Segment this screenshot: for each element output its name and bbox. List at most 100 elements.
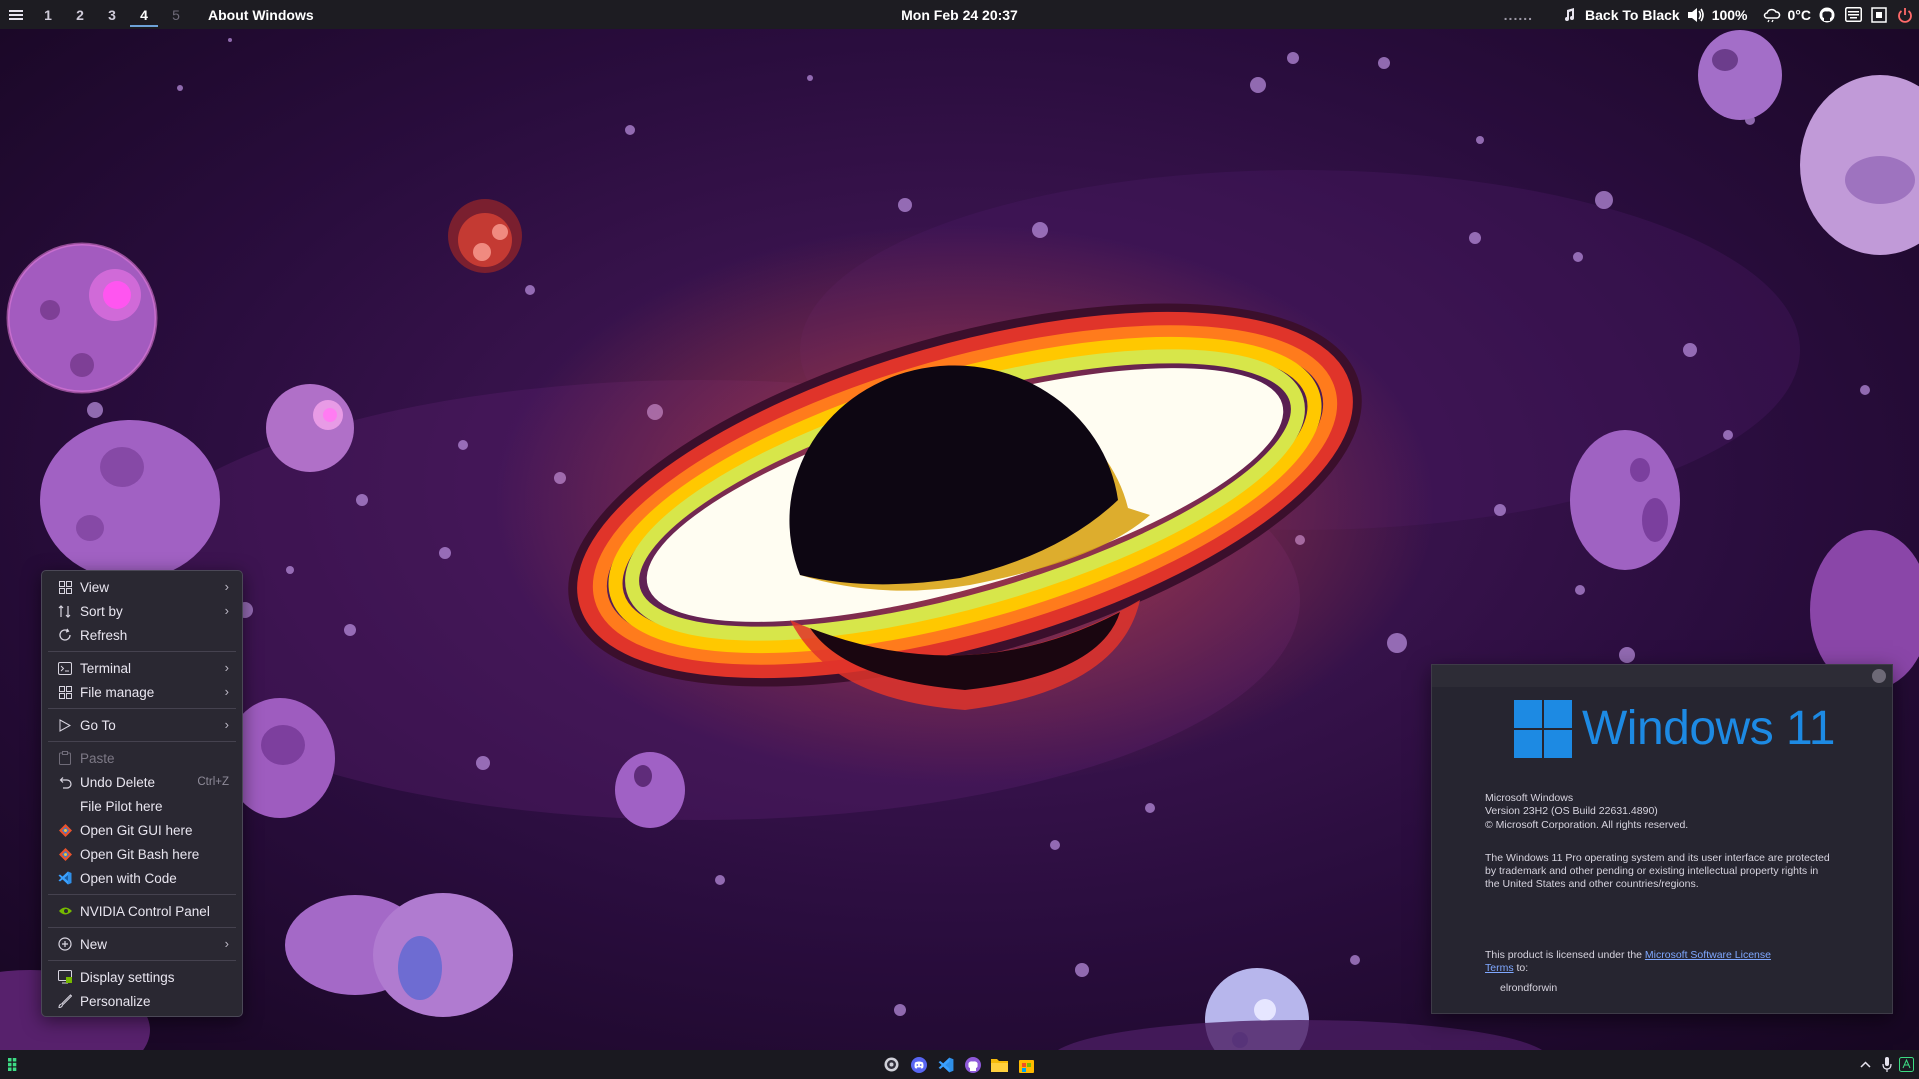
menu-item-refresh[interactable]: Refresh	[42, 623, 242, 647]
windows-brand-text: Windows 11	[1582, 702, 1835, 755]
menu-item-label: Display settings	[80, 969, 175, 985]
play-arrow-icon	[54, 718, 76, 732]
activity-dots: ......	[1503, 6, 1534, 23]
desktop-context-menu: View › Sort by › Refresh Terminal › File…	[41, 570, 243, 1017]
menu-separator	[48, 960, 236, 961]
menu-separator	[48, 927, 236, 928]
language-icon[interactable]	[1898, 1056, 1915, 1073]
menu-item-label: NVIDIA Control Panel	[80, 903, 210, 919]
license-terms-link[interactable]: Microsoft Software License	[1645, 949, 1771, 961]
workspace-1[interactable]: 1	[32, 0, 64, 29]
menu-item-view[interactable]: View ›	[42, 575, 242, 599]
license-line-2: Terms to:	[1485, 962, 1528, 976]
menu-item-label: View	[80, 579, 110, 595]
windows-logo-icon	[1514, 700, 1572, 758]
top-status-bar: 1 2 3 4 5 About Windows Mon Feb 24 20:37…	[0, 0, 1919, 29]
close-button[interactable]	[1872, 669, 1886, 683]
menu-item-label: Open Git Bash here	[80, 846, 200, 862]
dialog-titlebar[interactable]	[1432, 665, 1892, 687]
menu-item-nvidia[interactable]: NVIDIA Control Panel	[42, 899, 242, 923]
menu-item-go-to[interactable]: Go To ›	[42, 713, 242, 737]
sort-icon	[54, 604, 76, 618]
power-icon[interactable]	[1895, 5, 1915, 25]
menu-item-personalize[interactable]: Personalize	[42, 989, 242, 1013]
version-text: Version 23H2 (OS Build 22631.4890)	[1485, 805, 1658, 817]
menu-item-label: Terminal	[80, 660, 132, 676]
menu-item-label: Sort by	[80, 603, 123, 619]
about-windows-dialog: Windows 11 Microsoft Windows Version 23H…	[1431, 664, 1893, 1014]
mic-icon[interactable]	[1878, 1056, 1895, 1073]
menu-item-git-bash[interactable]: Open Git Bash here	[42, 842, 242, 866]
screenshot-icon[interactable]	[1869, 5, 1889, 25]
chevron-up-icon[interactable]	[1857, 1056, 1874, 1073]
chevron-right-icon: ›	[224, 579, 229, 594]
git-gui-icon	[54, 823, 76, 837]
discord-icon[interactable]	[910, 1056, 927, 1073]
menu-item-label: Personalize	[80, 993, 151, 1009]
ms-store-icon[interactable]	[1018, 1056, 1035, 1073]
weather-icon[interactable]	[1762, 5, 1782, 25]
license-terms-link-2[interactable]: Terms	[1485, 962, 1514, 974]
volume-icon[interactable]	[1686, 5, 1706, 25]
menu-item-label: File manage	[80, 684, 155, 700]
menu-separator	[48, 708, 236, 709]
plus-circle-icon	[54, 937, 76, 951]
menu-item-undo-delete[interactable]: Undo Delete Ctrl+Z	[42, 770, 242, 794]
menu-item-file-manage[interactable]: File manage ›	[42, 680, 242, 704]
focused-window-title: About Windows	[208, 6, 314, 23]
nvidia-icon	[54, 906, 76, 916]
volume-level[interactable]: 100%	[1712, 7, 1748, 23]
github-desktop-icon[interactable]	[964, 1056, 981, 1073]
undo-icon	[54, 776, 76, 789]
vscode-icon[interactable]	[937, 1056, 954, 1073]
github-icon[interactable]	[1817, 5, 1837, 25]
workspace-3[interactable]: 3	[96, 0, 128, 29]
workspace-5[interactable]: 5	[160, 0, 192, 29]
media-title[interactable]: Back To Black	[1585, 7, 1680, 23]
weather-temperature[interactable]: 0°C	[1788, 7, 1812, 23]
menu-item-git-gui[interactable]: Open Git GUI here	[42, 818, 242, 842]
menu-item-terminal[interactable]: Terminal ›	[42, 656, 242, 680]
menu-item-new[interactable]: New ›	[42, 932, 242, 956]
display-icon	[54, 970, 76, 984]
menu-item-file-pilot[interactable]: File Pilot here	[42, 794, 242, 818]
obs-icon[interactable]	[883, 1056, 900, 1073]
grid-icon	[54, 685, 76, 699]
menu-separator	[48, 741, 236, 742]
menu-item-sort-by[interactable]: Sort by ›	[42, 599, 242, 623]
menu-item-open-with-code[interactable]: Open with Code	[42, 866, 242, 890]
licensed-user: elrondforwin	[1500, 982, 1558, 994]
menu-separator	[48, 651, 236, 652]
license-prefix: This product is licensed under the	[1485, 949, 1645, 961]
menu-item-label: Refresh	[80, 627, 128, 643]
product-name: Microsoft Windows	[1485, 792, 1574, 804]
legal-line-3: the United States and other countries/re…	[1485, 878, 1699, 890]
chevron-right-icon: ›	[224, 684, 229, 699]
shortcut-hint: Ctrl+Z	[197, 776, 229, 788]
menu-item-display-settings[interactable]: Display settings	[42, 965, 242, 989]
workspace-2[interactable]: 2	[64, 0, 96, 29]
git-bash-icon	[54, 847, 76, 861]
chevron-right-icon: ›	[224, 603, 229, 618]
brush-icon	[54, 994, 76, 1008]
menu-item-label: File Pilot here	[80, 798, 163, 814]
menu-item-label: Open Git GUI here	[80, 822, 193, 838]
chevron-right-icon: ›	[224, 660, 229, 675]
music-note-icon[interactable]	[1559, 5, 1579, 25]
start-icon[interactable]	[6, 1056, 23, 1073]
hamburger-menu-button[interactable]	[0, 0, 32, 29]
menu-item-label: New	[80, 936, 108, 952]
keyboard-icon[interactable]	[1843, 5, 1863, 25]
terminal-icon	[54, 661, 76, 675]
chevron-right-icon: ›	[224, 936, 229, 951]
workspace-4[interactable]: 4	[128, 0, 160, 29]
menu-separator	[48, 894, 236, 895]
legal-line-1: The Windows 11 Pro operating system and …	[1485, 852, 1830, 864]
menu-item-paste[interactable]: Paste	[42, 746, 242, 770]
taskbar	[0, 1050, 1919, 1079]
license-suffix: to:	[1513, 962, 1529, 974]
status-tray: ...... Back To Black 100% 0°C	[1504, 0, 1915, 29]
legal-line-2: by trademark and other pending or existi…	[1485, 865, 1819, 877]
file-explorer-icon[interactable]	[991, 1056, 1008, 1073]
menu-item-label: Undo Delete	[80, 774, 156, 790]
